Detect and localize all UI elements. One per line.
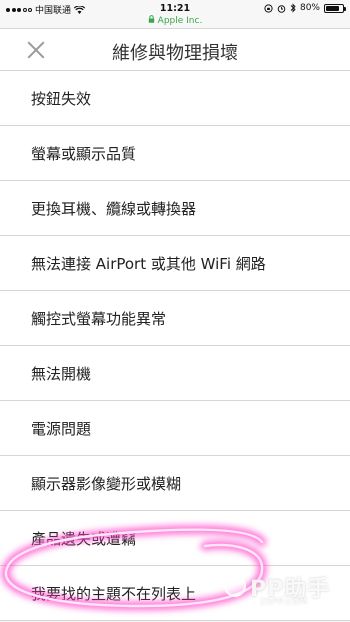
list-item-not-listed[interactable]: 我要找的主題不在列表上 <box>0 566 350 621</box>
list-item-power[interactable]: 電源問題 <box>0 401 350 456</box>
bluetooth-icon <box>290 3 296 13</box>
list-item-display[interactable]: 螢幕或顯示品質 <box>0 126 350 181</box>
list-item-lost-stolen[interactable]: 產品遺失或遭竊 <box>0 511 350 566</box>
page-header: 維修與物理損壞 <box>0 29 350 71</box>
list-item-touchscreen[interactable]: 觸控式螢幕功能異常 <box>0 291 350 346</box>
status-right: 80% <box>264 3 346 13</box>
list-item-distortion[interactable]: 顯示器影像變形或模糊 <box>0 456 350 511</box>
lock-icon <box>148 15 155 26</box>
list-item-power-on[interactable]: 無法開機 <box>0 346 350 401</box>
rotation-lock-icon <box>264 3 273 13</box>
list-item-accessories[interactable]: 更換耳機、纜線或轉換器 <box>0 181 350 236</box>
list-item-wifi[interactable]: 無法連接 AirPort 或其他 WiFi 網路 <box>0 236 350 291</box>
page-title: 維修與物理損壞 <box>112 43 238 64</box>
url-bar[interactable]: Apple Inc. <box>0 15 350 29</box>
battery-percentage: 80% <box>299 3 320 13</box>
list-item-buttons[interactable]: 按鈕失效 <box>0 71 350 126</box>
topic-list: 按鈕失效 螢幕或顯示品質 更換耳機、纜線或轉換器 無法連接 AirPort 或其… <box>0 71 350 622</box>
alarm-icon <box>277 4 286 13</box>
battery-icon <box>324 3 346 13</box>
site-name: Apple Inc. <box>157 16 203 26</box>
